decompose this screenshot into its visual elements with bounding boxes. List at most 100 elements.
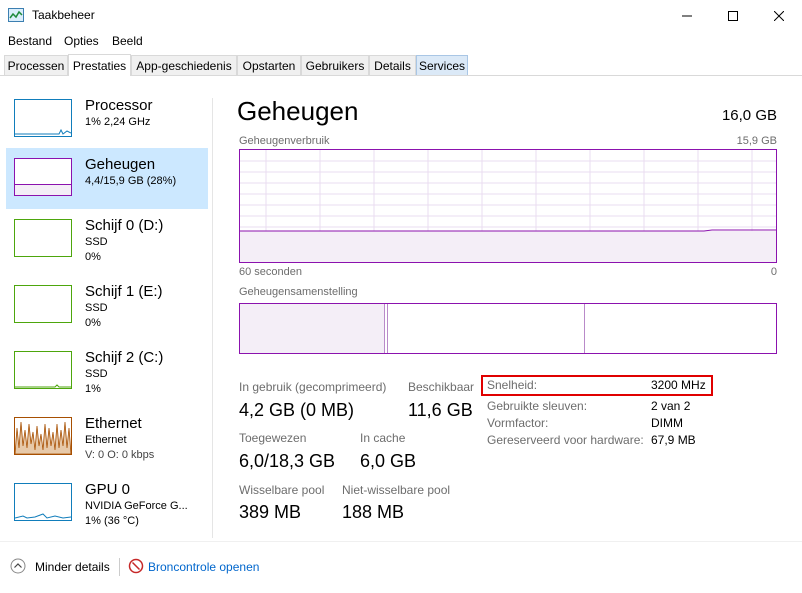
bottom-separator: [119, 558, 120, 576]
resource-detail: V: 0 O: 0 kbps: [85, 449, 155, 461]
resource-monitor-glyph: [128, 558, 144, 574]
nonpaged-pool-value: 188 MB: [342, 502, 405, 522]
tab-app-history[interactable]: App-geschiedenis: [131, 55, 237, 75]
maximize-button[interactable]: [710, 0, 756, 31]
gpu-mini-graph: [14, 513, 72, 519]
memory-usage-plot: [240, 150, 776, 262]
hardware-reserved-value: 67,9 MB: [651, 433, 696, 447]
resource-name: GPU 0: [85, 481, 131, 498]
cached-label: In cache: [360, 431, 406, 445]
resource-detail: SSD: [85, 368, 108, 380]
resource-detail: 0%: [85, 251, 101, 263]
committed-value: 6,0/18,3 GB: [239, 451, 336, 471]
memory-usage-graph: [239, 149, 777, 263]
resource-name: Schijf 1 (E:): [85, 283, 163, 300]
resource-memory[interactable]: Geheugen 4,4/15,9 GB (28%): [6, 148, 208, 209]
processor-thumbnail: [14, 99, 72, 137]
memory-composition-bar: [239, 303, 777, 354]
panel-splitter[interactable]: [212, 98, 213, 538]
memory-total: 16,0 GB: [721, 107, 777, 124]
resource-detail: 4,4/15,9 GB (28%): [85, 175, 177, 187]
gpu-thumbnail: [14, 483, 72, 521]
speed-highlight-box: [481, 375, 713, 396]
available-label: Beschikbaar: [408, 380, 475, 394]
disk-0-thumbnail: [14, 219, 72, 257]
disk-2-mini-graph: [15, 384, 71, 388]
menu-view[interactable]: Beeld: [112, 34, 143, 48]
page-title: Geheugen: [237, 96, 359, 126]
resource-detail: 1%: [85, 383, 101, 395]
memory-mini-fill: [15, 183, 71, 195]
resource-processor[interactable]: Processor 1% 2,24 GHz: [6, 89, 208, 150]
fewer-details-button[interactable]: [10, 558, 26, 574]
fewer-details-link[interactable]: Minder details: [35, 560, 110, 574]
resource-detail: SSD: [85, 236, 108, 248]
disk-1-thumbnail: [14, 285, 72, 323]
resource-gpu[interactable]: GPU 0 NVIDIA GeForce G... 1% (36 °C): [6, 473, 208, 534]
available-value: 11,6 GB: [408, 400, 473, 420]
chevron-up-icon: [10, 558, 26, 574]
paged-pool-label: Wisselbare pool: [239, 483, 325, 497]
resource-disk-0[interactable]: Schijf 0 (D:) SSD 0%: [6, 209, 208, 270]
graph-time-end: 0: [770, 266, 777, 278]
bottom-divider: [0, 541, 802, 542]
resource-disk-2[interactable]: Schijf 2 (C:) SSD 1%: [6, 341, 208, 402]
tab-processes[interactable]: Processen: [4, 55, 68, 75]
title-bar[interactable]: Taakbeheer: [0, 0, 802, 31]
minimize-icon: [682, 15, 692, 16]
tab-users[interactable]: Gebruikers: [301, 55, 369, 75]
processor-mini-graph: [15, 128, 72, 135]
ethernet-thumbnail: [14, 417, 72, 455]
resource-name: Geheugen: [85, 156, 156, 173]
cached-value: 6,0 GB: [360, 451, 417, 471]
composition-label: Geheugensamenstelling: [239, 286, 358, 298]
usage-area: [240, 231, 776, 262]
composition-in-use: [240, 304, 385, 353]
tab-details[interactable]: Details: [369, 55, 416, 75]
nonpaged-pool-label: Niet-wisselbare pool: [342, 483, 451, 497]
menu-bar: Bestand Opties Beeld: [0, 31, 802, 51]
memory-thumbnail: [14, 158, 72, 196]
tab-services[interactable]: Services: [416, 55, 468, 75]
resource-name: Processor: [85, 97, 153, 114]
usage-graph-max: 15,9 GB: [736, 135, 777, 147]
window-title: Taakbeheer: [32, 8, 95, 22]
composition-standby: [584, 304, 585, 353]
resource-name: Schijf 0 (D:): [85, 217, 164, 234]
committed-label: Toegewezen: [239, 431, 307, 445]
close-icon: [774, 10, 784, 21]
in-use-label: In gebruik (gecomprimeerd): [239, 380, 387, 394]
slots-value: 2 van 2: [651, 399, 691, 413]
tab-performance[interactable]: Prestaties: [68, 54, 131, 76]
in-use-value: 4,2 GB (0 MB): [239, 400, 355, 420]
hardware-reserved-label: Gereserveerd voor hardware:: [487, 433, 644, 447]
disk-2-thumbnail: [14, 351, 72, 389]
resource-detail: 1% 2,24 GHz: [85, 116, 151, 128]
form-factor-label: Vormfactor:: [487, 416, 549, 430]
resource-detail: 1% (36 °C): [85, 515, 139, 527]
resource-detail: NVIDIA GeForce G...: [85, 500, 188, 512]
resource-ethernet[interactable]: Ethernet Ethernet V: 0 O: 0 kbps: [6, 407, 208, 468]
resource-detail: Ethernet: [85, 434, 127, 446]
close-button[interactable]: [756, 0, 802, 31]
graph-time-start: 60 seconden: [239, 266, 302, 278]
form-factor-value: DIMM: [651, 416, 683, 430]
resource-name: Schijf 2 (C:): [85, 349, 164, 366]
slots-label: Gebruikte sleuven:: [487, 399, 588, 413]
paged-pool-value: 389 MB: [239, 502, 302, 522]
tab-startup[interactable]: Opstarten: [237, 55, 301, 75]
resource-detail: 0%: [85, 317, 101, 329]
task-manager-icon: [8, 8, 24, 22]
open-resource-monitor-link[interactable]: Broncontrole openen: [148, 560, 259, 574]
resource-monitor-icon: [128, 558, 144, 574]
menu-file[interactable]: Bestand: [8, 34, 52, 48]
ethernet-mini-graph: [14, 421, 72, 455]
menu-options[interactable]: Opties: [64, 34, 99, 48]
resource-detail: SSD: [85, 302, 108, 314]
tab-strip: Processen Prestaties App-geschiedenis Op…: [0, 54, 802, 76]
maximize-icon: [728, 10, 738, 21]
minimize-button[interactable]: [664, 0, 710, 31]
usage-graph-label: Geheugenverbruik: [239, 135, 330, 147]
bottom-bar: Minder details Broncontrole openen: [0, 552, 802, 582]
resource-disk-1[interactable]: Schijf 1 (E:) SSD 0%: [6, 275, 208, 336]
